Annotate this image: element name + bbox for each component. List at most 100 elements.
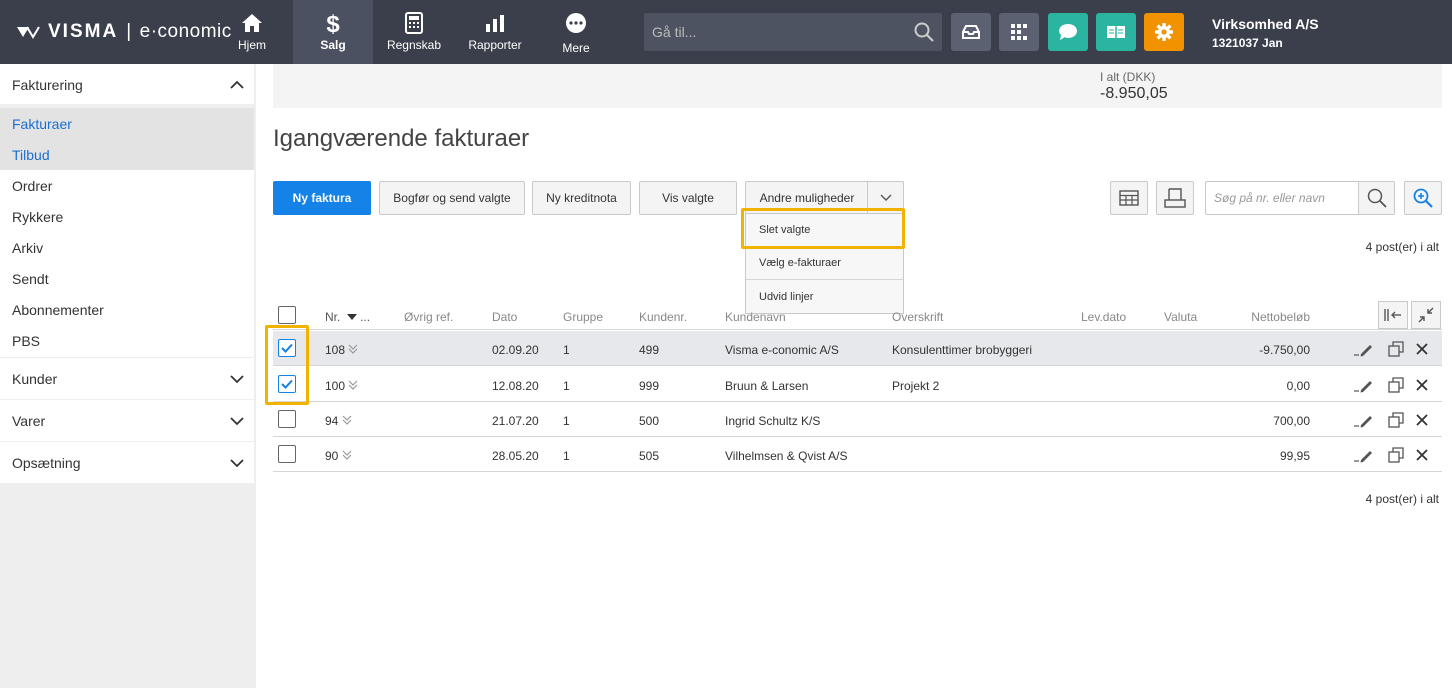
column-header-date[interactable]: Dato — [492, 310, 517, 324]
advanced-search-button[interactable] — [1404, 181, 1442, 215]
inbox-button[interactable] — [951, 13, 991, 51]
table-row[interactable]: 108 02.09.20 1 499 Visma e-conomic A/S K… — [273, 331, 1442, 366]
sidebar-item-fakturaer[interactable]: Fakturaer — [0, 108, 254, 139]
chat-icon — [1059, 24, 1077, 40]
row-checkbox[interactable] — [278, 339, 296, 357]
column-header-nr[interactable]: Nr. ... — [325, 310, 370, 324]
book-button[interactable] — [1096, 13, 1136, 51]
sidebar-item-abonnementer[interactable]: Abonnementer — [0, 294, 254, 325]
print-button[interactable] — [1156, 181, 1194, 215]
visma-logo[interactable]: VISMA | e·conomic — [16, 0, 232, 64]
search-icon[interactable] — [914, 22, 934, 47]
sidebar-item-tilbud[interactable]: Tilbud — [0, 139, 254, 170]
expand-row-icon[interactable] — [348, 380, 358, 390]
logo-separator: | — [126, 21, 132, 42]
copy-icon[interactable] — [1386, 410, 1406, 430]
cell-custno: 505 — [639, 449, 660, 463]
close-icon[interactable] — [1412, 445, 1432, 465]
book-send-button[interactable]: Bogfør og send valgte — [379, 181, 525, 215]
nav-item-regnskab[interactable]: Regnskab — [374, 0, 454, 64]
select-all-checkbox[interactable] — [278, 306, 296, 324]
dollar-icon: $ — [321, 11, 345, 35]
nav-label: Rapporter — [468, 38, 522, 52]
expand-row-icon[interactable] — [342, 415, 352, 425]
column-header-net[interactable]: Nettobeløb — [1223, 310, 1310, 324]
cell-custno: 500 — [639, 414, 660, 428]
apps-icon — [1011, 24, 1027, 40]
nav-item-mere[interactable]: Mere — [536, 0, 616, 64]
table-view-button[interactable] — [1110, 181, 1148, 215]
sidebar-item-arkiv[interactable]: Arkiv — [0, 232, 254, 263]
goto-search-input[interactable] — [644, 13, 904, 51]
expand-row-icon[interactable] — [342, 450, 352, 460]
new-invoice-button[interactable]: Ny faktura — [273, 181, 371, 215]
expand-row-icon[interactable] — [348, 344, 358, 354]
total-label: I alt (DKK) — [1100, 70, 1156, 84]
cell-group: 1 — [563, 449, 570, 463]
nav-item-rapporter[interactable]: Rapporter — [455, 0, 535, 64]
close-icon[interactable] — [1412, 375, 1432, 395]
new-credit-note-button[interactable]: Ny kreditnota — [532, 181, 631, 215]
nav-item-salg[interactable]: $ Salg — [293, 0, 373, 64]
copy-icon[interactable] — [1386, 339, 1406, 359]
invoice-search-input[interactable] — [1206, 182, 1358, 214]
show-selected-button[interactable]: Vis valgte — [639, 181, 737, 215]
sidebar-section-varer[interactable]: Varer — [0, 400, 254, 441]
cell-nr-value: 90 — [325, 449, 339, 463]
chevron-down-icon[interactable] — [867, 182, 903, 214]
sidebar-item-ordrer[interactable]: Ordrer — [0, 170, 254, 201]
copy-icon[interactable] — [1386, 445, 1406, 465]
sidebar-section-label: Fakturering — [12, 77, 83, 93]
column-header-custname[interactable]: Kundenavn — [725, 310, 786, 324]
close-icon[interactable] — [1412, 339, 1432, 359]
sidebar-section-fakturering[interactable]: Fakturering — [0, 64, 254, 104]
settings-button[interactable] — [1144, 13, 1184, 51]
zoom-in-icon — [1413, 188, 1433, 208]
checkmark-icon — [281, 379, 293, 389]
column-header-more: ... — [360, 310, 371, 324]
nav-item-hjem[interactable]: Hjem — [212, 0, 292, 64]
invoice-search — [1205, 181, 1395, 215]
inbox-icon — [962, 25, 980, 39]
sidebar-section-opsaetning[interactable]: Opsætning — [0, 442, 254, 483]
row-checkbox[interactable] — [278, 375, 296, 393]
table-row[interactable]: 94 21.07.20 1 500 Ingrid Schultz K/S 700… — [273, 402, 1442, 437]
edit-icon[interactable] — [1353, 375, 1373, 395]
edit-icon[interactable] — [1353, 410, 1373, 430]
sidebar-item-pbs[interactable]: PBS — [0, 325, 254, 357]
column-header-custno[interactable]: Kundenr. — [639, 310, 687, 324]
column-header-label: Nr. — [325, 310, 341, 324]
row-checkbox[interactable] — [278, 410, 296, 428]
other-options-label[interactable]: Andre muligheder — [746, 182, 868, 214]
copy-icon[interactable] — [1386, 375, 1406, 395]
column-header-group[interactable]: Gruppe — [563, 310, 603, 324]
close-icon[interactable] — [1412, 410, 1432, 430]
menu-item-delete-selected[interactable]: Slet valgte — [746, 214, 903, 247]
row-checkbox[interactable] — [278, 445, 296, 463]
apps-button[interactable] — [999, 13, 1039, 51]
gear-icon — [1155, 23, 1173, 41]
collapse-columns-icon — [1384, 309, 1401, 321]
column-header-currency[interactable]: Valuta — [1164, 310, 1197, 324]
sidebar-item-rykkere[interactable]: Rykkere — [0, 201, 254, 232]
column-settings-button[interactable] — [1378, 301, 1408, 329]
menu-item-select-e-invoices[interactable]: Vælg e-fakturaer — [746, 247, 903, 280]
edit-icon[interactable] — [1353, 445, 1373, 465]
search-icon[interactable] — [1358, 182, 1394, 214]
company-info[interactable]: Virksomhed A/S 1321037 Jan — [1212, 16, 1319, 50]
cell-nr-value: 100 — [325, 379, 346, 393]
cell-group: 1 — [563, 379, 570, 393]
table-row[interactable]: 90 28.05.20 1 505 Vilhelmsen & Qvist A/S… — [273, 437, 1442, 472]
other-options-button[interactable]: Andre muligheder — [745, 181, 904, 215]
column-header-ref[interactable]: Øvrig ref. — [404, 310, 453, 324]
sidebar-item-sendt[interactable]: Sendt — [0, 263, 254, 294]
cell-custname: Ingrid Schultz K/S — [725, 414, 821, 428]
chat-button[interactable] — [1048, 13, 1088, 51]
compress-view-button[interactable] — [1411, 301, 1441, 329]
table-row[interactable]: 100 12.08.20 1 999 Bruun & Larsen Projek… — [273, 367, 1442, 402]
column-header-delivery[interactable]: Lev.dato — [1081, 310, 1126, 324]
edit-icon[interactable] — [1353, 339, 1373, 359]
sidebar-section-kunder[interactable]: Kunder — [0, 358, 254, 399]
column-header-heading[interactable]: Overskrift — [892, 310, 943, 324]
sort-down-icon — [346, 314, 357, 320]
